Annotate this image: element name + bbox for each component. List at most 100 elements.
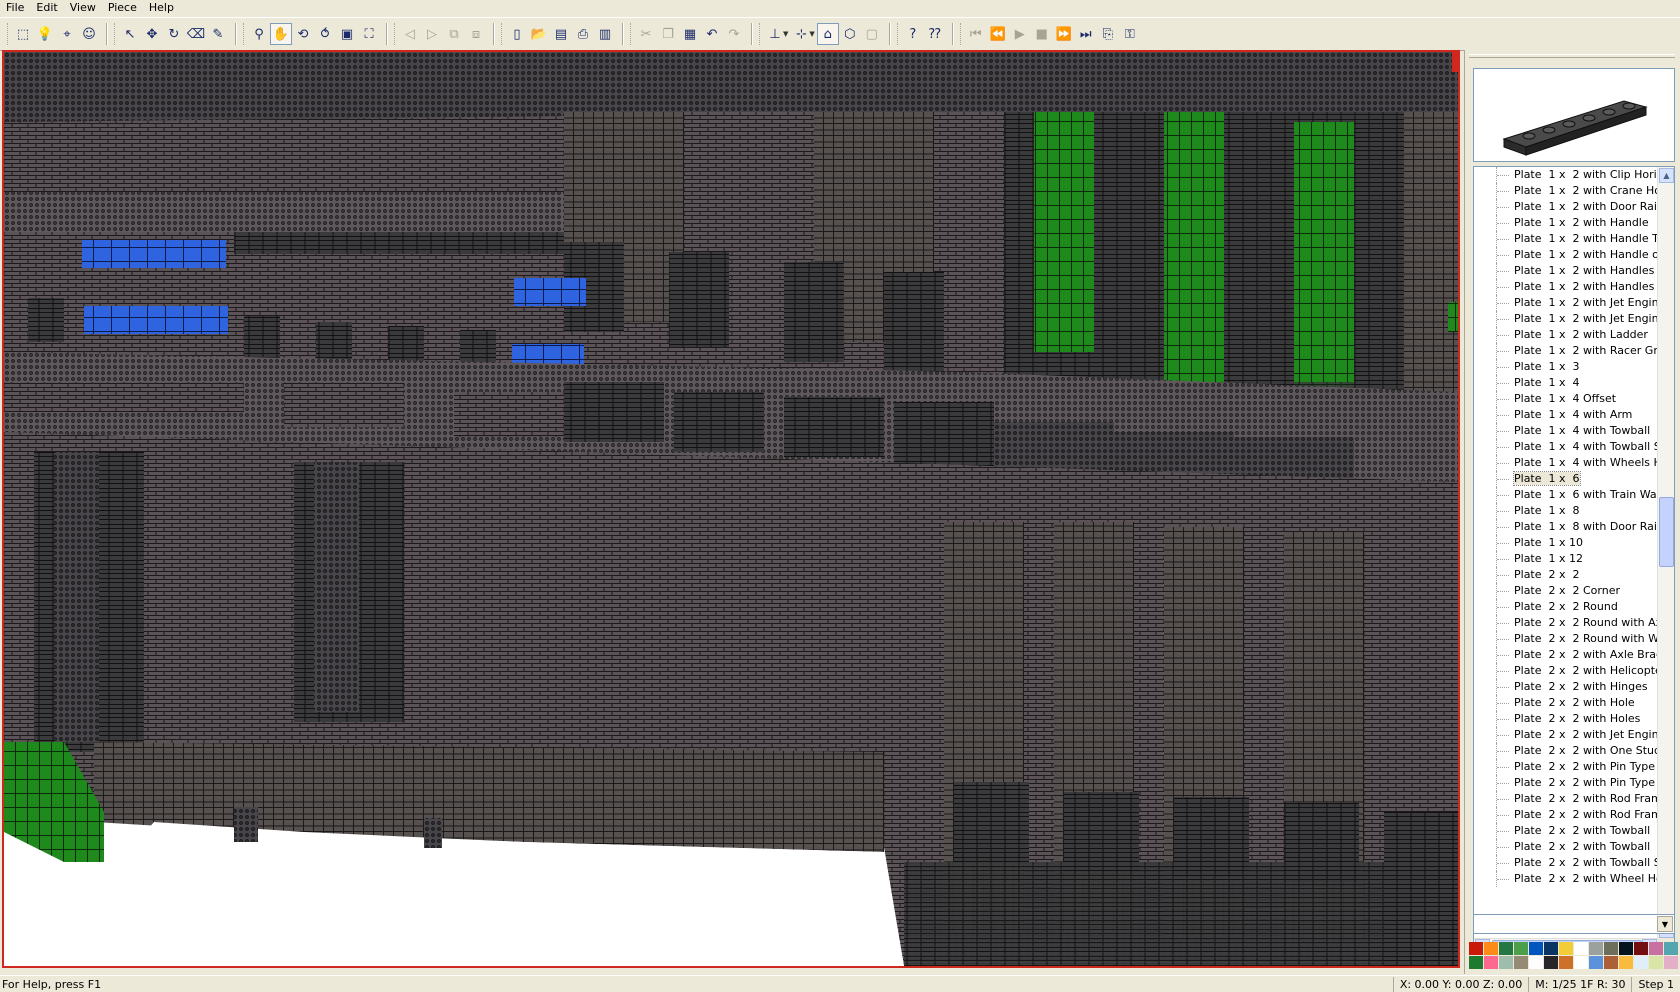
3d-viewport[interactable]: [2, 50, 1460, 968]
piece-list-item[interactable]: Plate 2 x 2 Round with Axlehole: [1474, 615, 1658, 631]
vertical-scroll-thumb[interactable]: [1659, 497, 1674, 567]
piece-list-item[interactable]: Plate 1 x 3: [1474, 359, 1658, 375]
first-step-icon[interactable]: ⏮: [965, 23, 987, 45]
piece-list-item[interactable]: Plate 1 x 2 with Handles Type: [1474, 263, 1658, 279]
color-swatch[interactable]: [1544, 956, 1559, 970]
toolbar-grip[interactable]: [7, 23, 10, 45]
piece-list-item[interactable]: Plate 2 x 2 with One Stud and: [1474, 743, 1658, 759]
ungroup-icon[interactable]: ⧈: [465, 23, 487, 45]
piece-list-item[interactable]: Plate 1 x 2 with Handle Type: [1474, 231, 1658, 247]
piece-list-item[interactable]: Plate 2 x 2 with Pin Type 2: [1474, 775, 1658, 791]
piece-list-item[interactable]: Plate 1 x 2 with Handle: [1474, 215, 1658, 231]
save-icon[interactable]: ▤: [550, 23, 572, 45]
scroll-up-icon[interactable]: ▲: [1659, 168, 1674, 183]
piece-list-item[interactable]: Plate 1 x 4 with Towball: [1474, 423, 1658, 439]
piece-list-item[interactable]: Plate 2 x 2 with Helicopter Tail: [1474, 663, 1658, 679]
whats-this-icon[interactable]: ⁇: [924, 23, 946, 45]
color-swatch[interactable]: [1559, 956, 1574, 970]
piece-search-combo[interactable]: ▼: [1473, 914, 1675, 934]
piece-list-item[interactable]: Plate 1 x 4 with Arm: [1474, 407, 1658, 423]
group-icon[interactable]: ⧉: [443, 23, 465, 45]
dropdown-arrow-icon[interactable]: ▼: [809, 30, 814, 38]
zoom-extents-icon[interactable]: ⛶: [358, 23, 380, 45]
undo-icon[interactable]: ↶: [701, 23, 723, 45]
color-swatch[interactable]: [1559, 942, 1574, 956]
color-swatch[interactable]: [1604, 956, 1619, 970]
play-icon[interactable]: ▶: [1009, 23, 1031, 45]
toolbar-grip[interactable]: [243, 23, 246, 45]
piece-list-item[interactable]: Plate 1 x 8: [1474, 503, 1658, 519]
toolbar-grip[interactable]: [759, 23, 762, 45]
rotate-icon[interactable]: ↻: [163, 23, 185, 45]
piece-list-item[interactable]: Plate 2 x 2 with Pin Type 1: [1474, 759, 1658, 775]
new-piece-icon[interactable]: ⬚: [12, 23, 34, 45]
menu-file[interactable]: File: [0, 0, 30, 16]
toolbar-grip[interactable]: [959, 23, 963, 45]
piece-list-item[interactable]: Plate 1 x 2 with Racer Grille 4: [1474, 343, 1658, 359]
piece-list-item[interactable]: Plate 1 x 2 with Handle on End: [1474, 247, 1658, 263]
piece-list-item[interactable]: Plate 2 x 2 with Wheel Holder: [1474, 871, 1658, 887]
new-file-icon[interactable]: ▯: [506, 23, 528, 45]
piece-list-item[interactable]: Plate 1 x 6 with Train Wagon: [1474, 487, 1658, 503]
piece-list-item[interactable]: Plate 1 x 10: [1474, 535, 1658, 551]
piece-list-item[interactable]: Plate 1 x 2 with Jet Engine and: [1474, 311, 1658, 327]
color-swatch[interactable]: [1514, 956, 1529, 970]
color-swatch[interactable]: [1499, 942, 1514, 956]
color-swatch[interactable]: [1589, 956, 1604, 970]
toolbar-grip[interactable]: [394, 23, 397, 45]
paste-icon[interactable]: ▦: [679, 23, 701, 45]
piece-list-item[interactable]: Plate 2 x 2 Round with Wheel: [1474, 631, 1658, 647]
last-step-icon[interactable]: ⏭: [1075, 23, 1097, 45]
color-swatch[interactable]: [1604, 942, 1619, 956]
copy-icon[interactable]: ❐: [657, 23, 679, 45]
color-swatch[interactable]: [1544, 942, 1559, 956]
zoom-icon[interactable]: ⚲: [248, 23, 270, 45]
color-swatch[interactable]: [1664, 942, 1679, 956]
camera-icon[interactable]: ⌖: [56, 23, 78, 45]
toolbar-grip[interactable]: [630, 23, 633, 45]
piece-list-item[interactable]: Plate 2 x 2 with Hinges: [1474, 679, 1658, 695]
piece-list-item[interactable]: Plate 1 x 4: [1474, 375, 1658, 391]
menu-help[interactable]: Help: [143, 0, 180, 16]
piece-list-item[interactable]: Plate 1 x 6: [1474, 471, 1658, 487]
vertical-scrollbar[interactable]: ▲ ▼: [1657, 167, 1674, 939]
toolbar-grip[interactable]: [896, 23, 900, 45]
piece-list-item[interactable]: Plate 2 x 2 with Towball: [1474, 823, 1658, 839]
color-swatch[interactable]: [1619, 956, 1634, 970]
print-icon[interactable]: ⎙: [572, 23, 594, 45]
piece-list-item[interactable]: Plate 1 x 2 with Crane Hook (Hook Only): [1474, 183, 1658, 199]
roll-icon[interactable]: ⥀: [314, 23, 336, 45]
next-step-icon[interactable]: ⏩: [1053, 23, 1075, 45]
eraser-icon[interactable]: ⌫: [185, 23, 207, 45]
paint-icon[interactable]: ✎: [207, 23, 229, 45]
panel-grip[interactable]: [1469, 54, 1675, 58]
piece-list-item[interactable]: Plate 2 x 2 with Axle Brackets: [1474, 647, 1658, 663]
color-swatch[interactable]: [1649, 942, 1664, 956]
piece-list-item[interactable]: Plate 1 x 2 with Ladder: [1474, 327, 1658, 343]
piece-list-item[interactable]: Plate 2 x 2 with Jet Engine: [1474, 727, 1658, 743]
pan-icon[interactable]: ✋: [270, 23, 292, 45]
piece-list-item[interactable]: Plate 1 x 8 with Door Rail: [1474, 519, 1658, 535]
color-swatch[interactable]: [1574, 956, 1589, 970]
color-swatch[interactable]: [1529, 956, 1544, 970]
cut-icon[interactable]: ✂: [635, 23, 657, 45]
toolbar-grip[interactable]: [114, 23, 117, 45]
redo-icon[interactable]: ↷: [723, 23, 745, 45]
lock-icon[interactable]: ⌂: [816, 23, 839, 45]
color-swatch[interactable]: [1574, 942, 1589, 956]
box-render-icon[interactable]: ▢: [861, 23, 883, 45]
insert-step-icon[interactable]: ⎘: [1097, 23, 1119, 45]
prev-key-icon[interactable]: ◁: [399, 23, 421, 45]
open-folder-icon[interactable]: 📂: [528, 23, 550, 45]
menu-piece[interactable]: Piece: [102, 0, 143, 16]
piece-list-item[interactable]: Plate 1 x 2 with Clip Horizontal: [1474, 167, 1658, 183]
color-swatch[interactable]: [1484, 956, 1499, 970]
color-swatch[interactable]: [1649, 956, 1664, 970]
toolbar-grip[interactable]: [501, 23, 504, 45]
piece-list-item[interactable]: Plate 2 x 2 with Towball: [1474, 839, 1658, 855]
piece-list-item[interactable]: Plate 1 x 2 with Handles Type: [1474, 279, 1658, 295]
piece-list-item[interactable]: Plate 2 x 2 with Hole: [1474, 695, 1658, 711]
piece-list-item[interactable]: Plate 2 x 2 Corner: [1474, 583, 1658, 599]
key-icon[interactable]: ⚿: [1119, 23, 1141, 45]
piece-list-item[interactable]: Plate 1 x 4 Offset: [1474, 391, 1658, 407]
